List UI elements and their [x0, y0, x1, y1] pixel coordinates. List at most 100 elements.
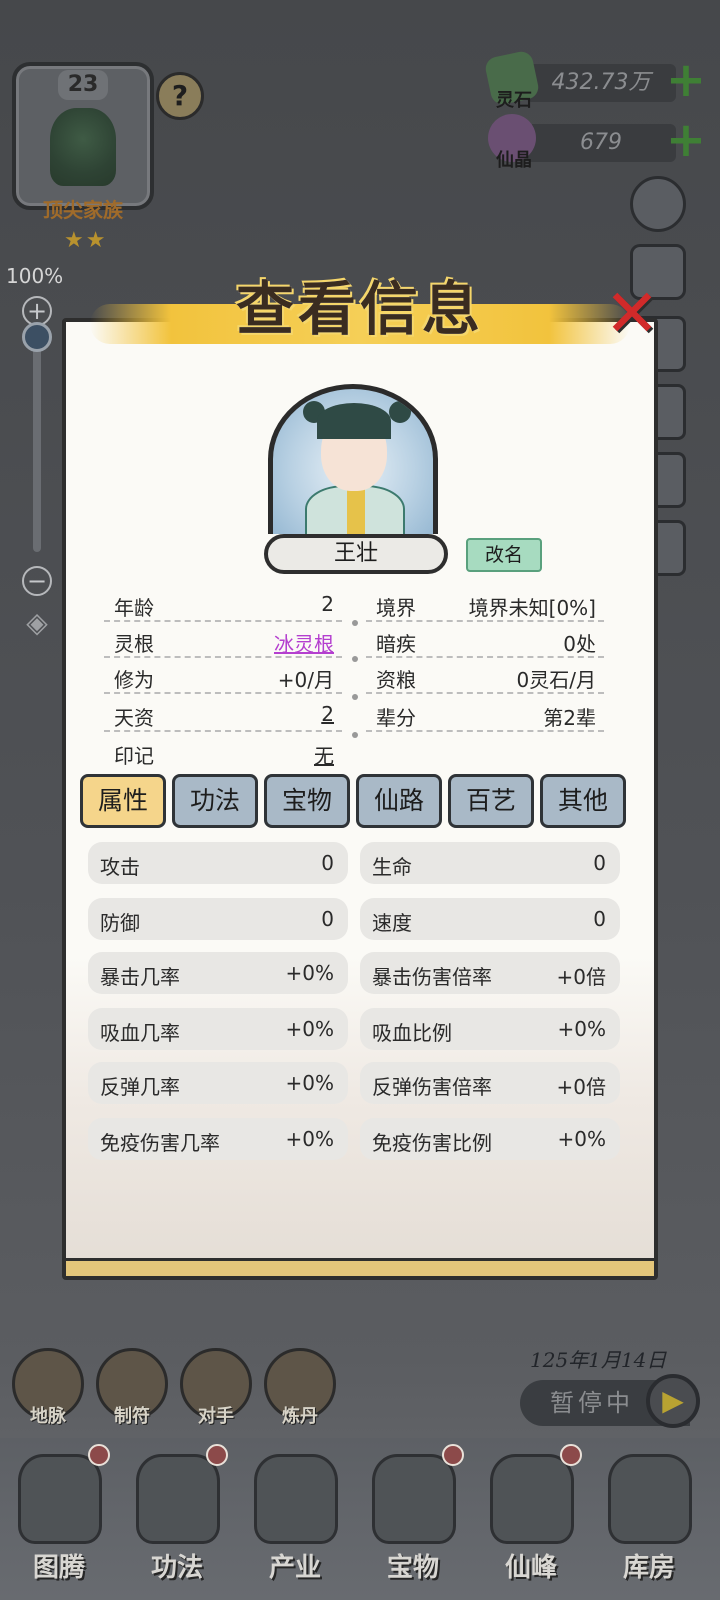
info-dialog: 王壮 改名 年龄 2 灵根 冰灵根 修为 +0/月 天资 2 印记 无 境界 境… — [62, 318, 658, 1280]
tab-crafts[interactable]: 百艺 — [448, 774, 534, 828]
stat-lifesteal-rate: 吸血几率 +0% — [88, 1008, 348, 1050]
stat-value: +0倍 — [556, 1075, 606, 1099]
nav-techniques[interactable]: 功法 — [122, 1444, 232, 1594]
star-icon: ★★ — [64, 228, 108, 253]
stat-key: 反弹几率 — [100, 1075, 180, 1099]
info-key: 辈分 — [376, 706, 416, 730]
divider-dot — [352, 694, 358, 700]
stat-value: 0 — [321, 907, 334, 931]
dialog-landscape-background — [66, 956, 654, 1276]
nav-industry[interactable]: 产业 — [240, 1444, 350, 1594]
zoom-slider-track[interactable] — [33, 330, 41, 552]
crystal-label: 仙晶 — [496, 150, 532, 171]
divider-dot — [352, 620, 358, 626]
nav-label: 图腾 — [32, 1553, 85, 1583]
talent-link[interactable]: 2 — [321, 702, 334, 726]
stat-lifesteal-ratio: 吸血比例 +0% — [360, 1008, 620, 1050]
spirit-root-link[interactable]: 冰灵根 — [274, 628, 334, 657]
stat-key: 攻击 — [100, 855, 140, 879]
stat-defense: 防御 0 — [88, 898, 348, 940]
stat-reflect-rate: 反弹几率 +0% — [88, 1062, 348, 1104]
nav-label: 功法 — [150, 1553, 203, 1583]
stat-reflect-damage: 反弹伤害倍率 +0倍 — [360, 1062, 620, 1104]
close-icon[interactable]: ✕ — [600, 281, 664, 348]
info-key: 年龄 — [114, 596, 154, 620]
notification-dot — [206, 1444, 228, 1466]
info-value: +0/月 — [277, 668, 334, 692]
dialog-bottom-border — [66, 1258, 654, 1276]
peak-icon — [490, 1454, 574, 1544]
stat-value: 0 — [321, 851, 334, 875]
dialog-title-banner: 查看信息 — [90, 275, 630, 356]
stat-key: 吸血几率 — [100, 1021, 180, 1045]
nav-storehouse[interactable]: 库房 — [594, 1444, 704, 1594]
stat-value: 0 — [593, 907, 606, 931]
game-date: 125年1月14日 — [530, 1348, 667, 1372]
stat-key: 生命 — [372, 855, 412, 879]
info-row-cultivation: 修为 +0/月 — [104, 658, 342, 694]
info-key: 天资 — [114, 706, 154, 730]
notification-dot — [442, 1444, 464, 1466]
stat-key: 暴击几率 — [100, 965, 180, 989]
info-row-hidden-illness: 暗疾 0处 — [366, 622, 604, 658]
tab-techniques[interactable]: 功法 — [172, 774, 258, 828]
stat-key: 防御 — [100, 911, 140, 935]
talisman-label: 制符 — [114, 1406, 150, 1427]
stat-value: +0% — [557, 1127, 607, 1151]
alchemy-label: 炼丹 — [282, 1406, 318, 1427]
info-key: 修为 — [114, 668, 154, 692]
info-value: 0处 — [563, 632, 596, 656]
info-key: 印记 — [114, 744, 154, 768]
notification-dot — [88, 1444, 110, 1466]
tab-attributes[interactable]: 属性 — [80, 774, 166, 828]
rename-button[interactable]: 改名 — [466, 538, 542, 572]
info-row-generation: 辈分 第2辈 — [366, 696, 604, 732]
spirit-stone-label: 灵石 — [496, 90, 532, 111]
stat-immunity-ratio: 免疫伤害比例 +0% — [360, 1118, 620, 1160]
settings-icon[interactable] — [630, 176, 686, 232]
tree-icon — [50, 108, 116, 186]
add-crystal-button[interactable]: + — [664, 116, 708, 164]
location-drop-icon[interactable]: ◈ — [18, 606, 56, 646]
tab-other[interactable]: 其他 — [540, 774, 626, 828]
tab-treasures[interactable]: 宝物 — [264, 774, 350, 828]
zoom-slider-handle[interactable] — [22, 322, 52, 352]
stat-attack: 攻击 0 — [88, 842, 348, 884]
info-value: 0灵石/月 — [516, 668, 596, 692]
character-avatar — [268, 384, 438, 534]
stat-key: 免疫伤害几率 — [100, 1131, 220, 1155]
nav-treasures[interactable]: 宝物 — [358, 1444, 468, 1594]
help-button[interactable]: ? — [156, 72, 204, 120]
tab-immortal-path[interactable]: 仙路 — [356, 774, 442, 828]
zoom-percent: 100% — [6, 264, 64, 288]
mark-link[interactable]: 无 — [314, 740, 334, 769]
nav-label: 产业 — [268, 1553, 321, 1583]
stat-value: +0% — [285, 1071, 335, 1095]
stat-key: 暴击伤害倍率 — [372, 965, 492, 989]
zoom-out-button[interactable]: − — [22, 566, 52, 596]
mountain-icon — [254, 1454, 338, 1544]
nav-immortal-peak[interactable]: 仙峰 — [476, 1444, 586, 1594]
nav-label: 宝物 — [386, 1553, 439, 1583]
nav-totem[interactable]: 图腾 — [4, 1444, 114, 1594]
stat-value: +0% — [285, 1017, 335, 1041]
stat-key: 反弹伤害倍率 — [372, 1075, 492, 1099]
flame-icon — [136, 1454, 220, 1544]
stat-health: 生命 0 — [360, 842, 620, 884]
dialog-title: 查看信息 — [235, 275, 484, 343]
nav-label: 仙峰 — [504, 1553, 557, 1583]
character-hair — [317, 403, 391, 439]
stat-immunity-rate: 免疫伤害几率 +0% — [88, 1118, 348, 1160]
family-badge[interactable]: 23 顶尖家族 ★★ — [12, 62, 154, 253]
bag-icon — [608, 1454, 692, 1544]
info-key: 资粮 — [376, 668, 416, 692]
stat-value: +0% — [285, 961, 335, 985]
add-spirit-stone-button[interactable]: + — [664, 56, 708, 104]
stat-speed: 速度 0 — [360, 898, 620, 940]
stat-key: 免疫伤害比例 — [372, 1131, 492, 1155]
stat-crit-damage: 暴击伤害倍率 +0倍 — [360, 952, 620, 994]
info-row-age: 年龄 2 — [104, 586, 342, 622]
play-icon[interactable]: ▶ — [646, 1374, 700, 1428]
crystal-resource: 679 仙晶 + — [488, 114, 712, 171]
info-key: 暗疾 — [376, 632, 416, 656]
